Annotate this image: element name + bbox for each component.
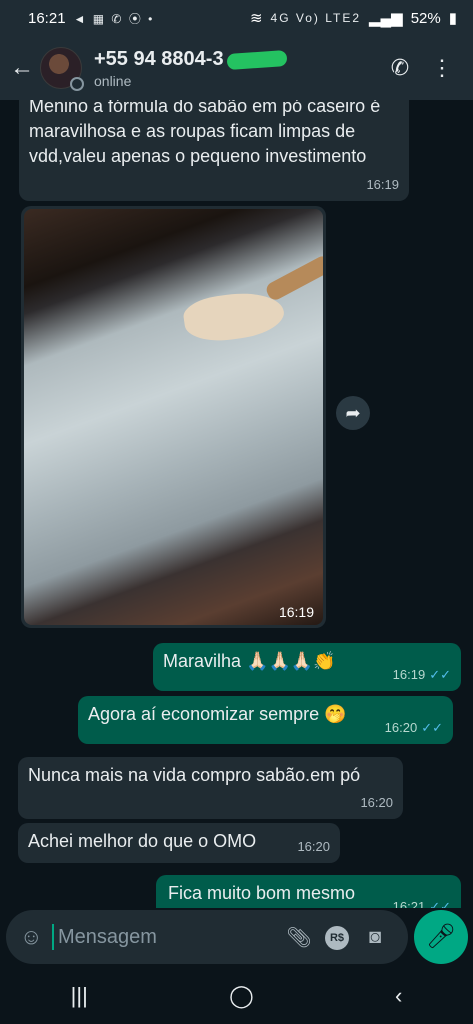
spatula-handle: [263, 253, 323, 303]
avatar[interactable]: [40, 47, 84, 91]
chat-header: ← +55 94 8804-3 online ✆ ⋮: [0, 36, 473, 100]
network-indicator: 4G Vo) LTE2: [270, 11, 361, 25]
message-bubble[interactable]: Fica muito bom mesmo 16:21 ✓✓: [156, 875, 461, 908]
forward-icon[interactable]: ➦: [336, 396, 370, 430]
message-bubble[interactable]: Achei melhor do que o OMO 16:20: [18, 823, 340, 863]
status-time: 16:21: [28, 9, 66, 27]
mic-icon: 🎤︎: [425, 923, 457, 950]
message-bubble[interactable]: Agora aí economizar sempre 🤭 16:20 ✓✓: [78, 696, 453, 744]
message-text: Agora aí economizar sempre 🤭: [88, 704, 347, 724]
status-bar: 16:21 ◄ ▦ ✆ ⦿ • ≋ 4G Vo) LTE2 ▂▄▆ 52% ▮: [0, 0, 473, 36]
mic-button[interactable]: 🎤︎: [414, 910, 468, 964]
payment-button[interactable]: R$: [318, 924, 356, 950]
contact-info[interactable]: +55 94 8804-3 online: [94, 48, 379, 89]
payment-label: R$: [325, 926, 349, 950]
message-time: 16:20 ✓✓: [384, 720, 443, 735]
message-text: Achei melhor do que o OMO: [28, 831, 257, 851]
message-bubble[interactable]: Menino a fórmula do sabão em pó caseiro …: [19, 100, 409, 201]
notification-icons: ◄ ▦ ✆ ⦿ •: [73, 11, 155, 26]
redaction-scribble: [226, 49, 288, 70]
message-input[interactable]: Mensagem: [52, 924, 280, 950]
recent-apps-icon[interactable]: |||: [71, 983, 88, 1009]
message-time: 16:21 ✓✓: [393, 894, 451, 908]
message-time: 16:19: [278, 604, 314, 620]
message-text: Menino a fórmula do sabão em pó caseiro …: [29, 100, 381, 166]
battery-level: 52%: [410, 9, 441, 27]
camera-icon[interactable]: ◙: [356, 926, 394, 949]
message-time: 16:20: [360, 795, 393, 810]
message-bubble[interactable]: Maravilha 🙏🏻🙏🏻🙏🏻👏 16:19 ✓✓: [153, 643, 461, 691]
contact-name: +55 94 8804-3: [94, 48, 288, 71]
read-ticks-icon: ✓✓: [429, 899, 451, 908]
message-input-bar: ☺ Mensagem 📎︎ R$ ◙: [6, 910, 408, 964]
chat-area[interactable]: Menino a fórmula do sabão em pó caseiro …: [0, 100, 473, 908]
message-time: 16:19: [366, 177, 399, 192]
back-arrow-icon[interactable]: ←: [10, 54, 36, 82]
message-bubble[interactable]: Nunca mais na vida compro sabão.em pó 16…: [18, 757, 403, 819]
battery-icon: ▮: [448, 10, 457, 27]
soap-powder-photo: [24, 209, 323, 625]
wifi-icon: ≋: [249, 10, 263, 27]
add-call-icon[interactable]: ✆: [379, 55, 421, 81]
message-time: 16:20: [297, 839, 330, 854]
more-options-icon[interactable]: ⋮: [421, 55, 463, 81]
home-icon[interactable]: ◯: [229, 983, 254, 1009]
read-ticks-icon: ✓✓: [421, 720, 443, 735]
message-time: 16:19 ✓✓: [392, 667, 451, 682]
status-ring-icon: [70, 77, 84, 91]
message-text: Fica muito bom mesmo: [168, 883, 356, 903]
emoji-icon[interactable]: ☺: [20, 924, 52, 950]
contact-status: online: [94, 72, 132, 89]
signal-icon: ▂▄▆: [369, 10, 403, 27]
paperclip-icon[interactable]: 📎︎: [280, 925, 318, 950]
system-nav-bar: ||| ◯ ‹: [0, 968, 473, 1024]
back-nav-icon[interactable]: ‹: [395, 983, 402, 1009]
read-ticks-icon: ✓✓: [429, 667, 451, 682]
message-text: Maravilha 🙏🏻🙏🏻🙏🏻👏: [163, 651, 336, 671]
message-text: Nunca mais na vida compro sabão.em pó: [28, 765, 361, 785]
image-message[interactable]: 16:19: [21, 206, 326, 628]
